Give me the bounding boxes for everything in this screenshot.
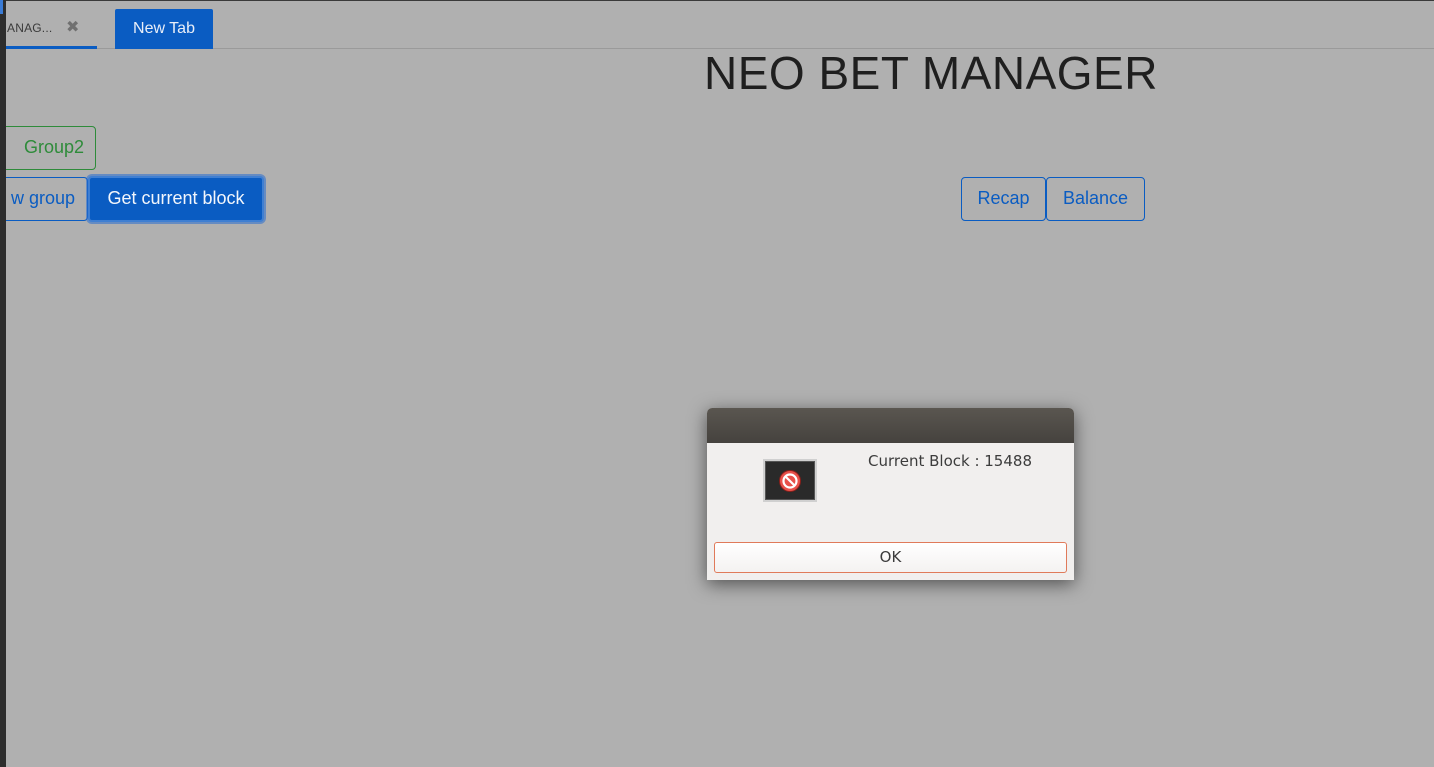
tab-new-tab[interactable]: New Tab <box>115 9 213 49</box>
tab-bar: ANAG... ✖ New Tab <box>6 1 1434 49</box>
close-icon[interactable]: ✖ <box>66 17 79 36</box>
recap-button[interactable]: Recap <box>961 177 1046 221</box>
ok-button[interactable]: OK <box>714 542 1067 573</box>
tab-title: ANAG... <box>7 21 53 35</box>
tab-neo-bet-manager[interactable]: ANAG... ✖ <box>6 1 97 49</box>
stop-icon <box>763 459 817 502</box>
message-dialog: Current Block : 15488 OK <box>707 408 1074 580</box>
group2-button[interactable]: Group2 <box>6 126 96 170</box>
new-group-button[interactable]: w group <box>6 177 88 221</box>
balance-button[interactable]: Balance <box>1046 177 1145 221</box>
dialog-message: Current Block : 15488 <box>868 452 1032 470</box>
dialog-titlebar[interactable] <box>707 408 1074 443</box>
page-title: NEO BET MANAGER <box>704 47 1158 99</box>
app-window: ANAG... ✖ New Tab NEO BET MANAGER Group2… <box>6 0 1434 767</box>
get-current-block-button[interactable]: Get current block <box>88 176 264 222</box>
window-accent <box>0 0 3 14</box>
